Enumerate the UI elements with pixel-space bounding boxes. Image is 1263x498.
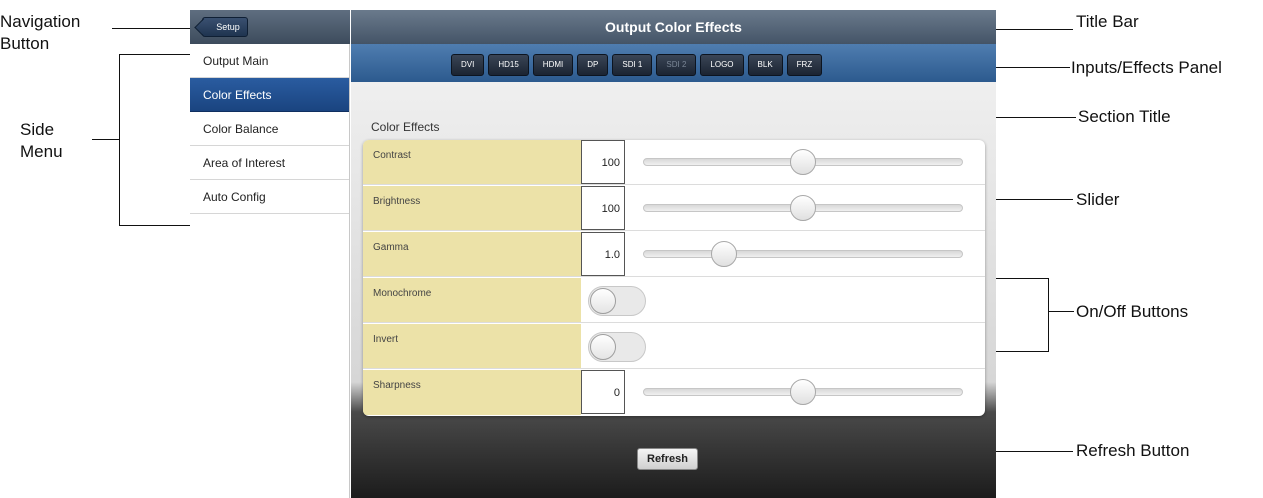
callout-onoff-buttons: On/Off Buttons [1076,302,1189,321]
sidebar-item-auto-config[interactable]: Auto Config [190,180,349,214]
leader-side-bracket-bottom [119,225,192,226]
leader-onoff-bracket-top [987,278,1048,279]
leader-onoff-horizontal [1048,311,1074,312]
sidebar-item-color-effects[interactable]: Color Effects [190,78,349,112]
tab-frz[interactable]: FRZ [786,54,823,76]
row-label: Monochrome [363,278,581,322]
setup-back-button[interactable]: Setup [202,17,248,37]
callout-inputs-panel: Inputs/Effects Panel [1071,58,1222,77]
callout-nav-line2: Button [0,34,50,53]
section-title: Color Effects [371,120,440,134]
row-label: Brightness [363,186,581,230]
row-label: Invert [363,324,581,368]
input-tabs: DVI HD15 HDMI DP SDI 1 SDI 2 LOGO BLK FR… [451,54,823,76]
toggle-knob [590,288,616,314]
sidebar-item-output-main[interactable]: Output Main [190,44,349,78]
leader-onoff-bracket-bottom [987,351,1048,352]
tab-logo[interactable]: LOGO [700,54,744,76]
callout-refresh-button: Refresh Button [1076,441,1190,460]
callout-side-menu: Side Menu [20,119,63,163]
setting-row-invert: Invert [363,324,985,369]
callout-title-bar: Title Bar [1076,12,1139,31]
callout-side-line2: Menu [20,142,63,161]
settings-panel: Contrast 100 Brightness 100 Gamma 1.0 Mo… [363,140,985,416]
tab-sdi2: SDI 2 [656,54,697,76]
monochrome-toggle[interactable] [588,286,646,316]
main-content: Color Effects Contrast 100 Brightness 10… [351,82,996,498]
setting-row-contrast: Contrast 100 [363,140,985,185]
refresh-button[interactable]: Refresh [637,448,698,470]
callout-nav-line1: Navigation [0,12,81,31]
side-menu: Output Main Color Effects Color Balance … [190,44,350,498]
value-field[interactable]: 100 [581,186,625,230]
nav-header: Setup [190,10,350,44]
tab-blk[interactable]: BLK [747,54,783,76]
slider-thumb[interactable] [790,195,816,221]
leader-side-bracket-vertical [119,54,120,226]
value-field[interactable]: 1.0 [581,232,625,276]
toggle-knob [590,334,616,360]
setting-row-gamma: Gamma 1.0 [363,232,985,277]
slider-track[interactable] [643,149,963,175]
leader-side-bracket-top [119,54,192,55]
callout-slider: Slider [1076,190,1120,209]
slider-thumb[interactable] [790,149,816,175]
title-bar: Output Color Effects [351,10,996,44]
slider-thumb[interactable] [790,379,816,405]
row-label: Gamma [363,232,581,276]
value-field[interactable]: 0 [581,370,625,414]
leader-onoff-bracket-vertical [1048,278,1049,352]
tab-hdmi[interactable]: HDMI [532,54,574,76]
tab-dvi[interactable]: DVI [451,54,485,76]
row-label: Sharpness [363,370,581,415]
tab-dp[interactable]: DP [577,54,609,76]
tab-sdi1[interactable]: SDI 1 [612,54,653,76]
slider-thumb[interactable] [710,241,737,267]
callout-section-title: Section Title [1078,107,1171,126]
callout-navigation-button: Navigation Button [0,11,80,55]
setting-row-sharpness: Sharpness 0 [363,370,985,415]
app-window: Setup Output Color Effects Output Main C… [190,10,996,498]
setup-button-label: Setup [216,22,240,32]
setting-row-monochrome: Monochrome [363,278,985,323]
value-field[interactable]: 100 [581,140,625,184]
leader-nav [112,28,192,29]
inputs-effects-panel: DVI HD15 HDMI DP SDI 1 SDI 2 LOGO BLK FR… [351,44,996,82]
sidebar-item-color-balance[interactable]: Color Balance [190,112,349,146]
tab-hd15[interactable]: HD15 [488,54,529,76]
slider-track[interactable] [643,195,963,221]
page-title: Output Color Effects [605,19,742,35]
invert-toggle[interactable] [588,332,646,362]
leader-side-horizontal [92,139,120,140]
sidebar-item-area-of-interest[interactable]: Area of Interest [190,146,349,180]
setting-row-brightness: Brightness 100 [363,186,985,231]
row-label: Contrast [363,140,581,184]
slider-track[interactable] [643,241,963,267]
slider-track[interactable] [643,379,963,405]
callout-side-line1: Side [20,120,55,139]
